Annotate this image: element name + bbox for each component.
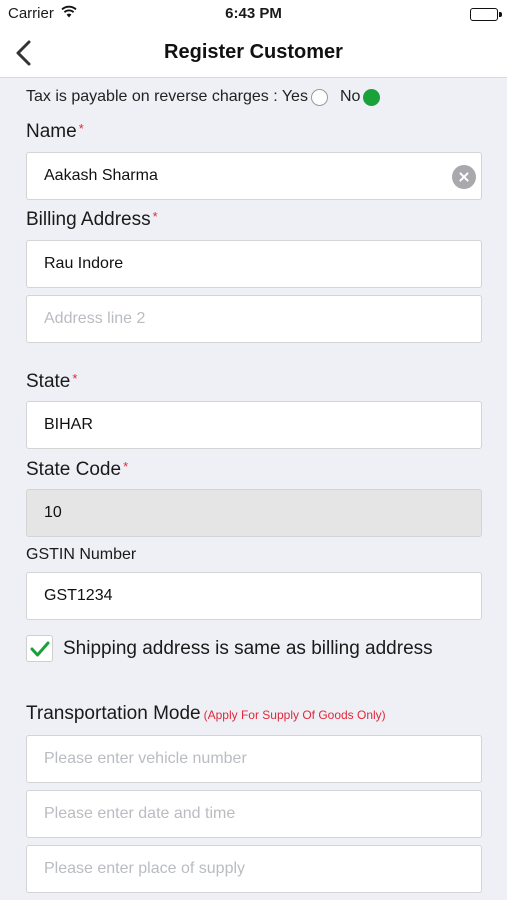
state-code-label-text: State Code	[26, 459, 122, 480]
address-line2-input[interactable]: Address line 2	[26, 295, 482, 343]
address-line1-value: Rau Indore	[44, 255, 124, 272]
gstin-label: GSTIN Number	[26, 546, 137, 563]
transportation-note: (Apply For Supply Of Goods Only)	[203, 708, 386, 722]
shipping-same-row: Shipping address is same as billing addr…	[26, 635, 433, 662]
reverse-charge-label: Tax is payable on reverse charges : Yes	[26, 88, 308, 105]
billing-address-label: Billing Address *	[26, 209, 158, 231]
register-form: Tax is payable on reverse charges : Yes …	[0, 79, 507, 900]
gstin-value: GST1234	[44, 587, 113, 604]
state-value: BIHAR	[44, 416, 93, 433]
date-time-input[interactable]: Please enter date and time	[26, 790, 482, 838]
state-code-value: 10	[44, 504, 62, 521]
vehicle-number-placeholder: Please enter vehicle number	[44, 750, 247, 767]
state-label: State *	[26, 371, 77, 393]
transportation-mode-label: Transportation Mode (Apply For Supply Of …	[26, 703, 386, 725]
status-bar: Carrier 6:43 PM	[0, 0, 507, 28]
required-mark: *	[152, 209, 158, 224]
battery-icon	[470, 8, 502, 21]
state-label-text: State	[26, 371, 71, 392]
state-code-label: State Code *	[26, 459, 128, 481]
radio-yes[interactable]	[310, 88, 328, 106]
state-code-field: 10	[26, 489, 482, 537]
gstin-input[interactable]: GST1234	[26, 572, 482, 620]
address-line2-placeholder: Address line 2	[44, 310, 146, 327]
required-mark: *	[72, 371, 78, 386]
page-title: Register Customer	[164, 41, 343, 63]
date-time-placeholder: Please enter date and time	[44, 805, 236, 822]
place-of-supply-input[interactable]: Please enter place of supply	[26, 845, 482, 893]
billing-address-label-text: Billing Address	[26, 209, 151, 230]
required-mark: *	[123, 459, 129, 474]
state-input[interactable]: BIHAR	[26, 401, 482, 449]
required-mark: *	[78, 121, 84, 136]
vehicle-number-input[interactable]: Please enter vehicle number	[26, 735, 482, 783]
name-label: Name *	[26, 121, 84, 143]
status-time: 6:43 PM	[225, 5, 282, 22]
radio-no[interactable]	[363, 88, 381, 106]
name-label-text: Name	[26, 121, 77, 142]
shipping-same-label: Shipping address is same as billing addr…	[63, 637, 433, 659]
radio-no-label: No	[339, 88, 361, 105]
reverse-charge-row: Tax is payable on reverse charges : Yes …	[26, 88, 381, 106]
shipping-same-checkbox[interactable]	[26, 635, 53, 662]
navigation-bar: Register Customer	[0, 28, 507, 78]
name-input[interactable]: Aakash Sharma	[26, 152, 482, 200]
address-line1-input[interactable]: Rau Indore	[26, 240, 482, 288]
checkmark-icon	[30, 641, 49, 656]
name-value: Aakash Sharma	[44, 167, 158, 184]
transportation-mode-title: Transportation Mode	[26, 703, 201, 724]
clear-icon[interactable]	[452, 165, 476, 189]
place-of-supply-placeholder: Please enter place of supply	[44, 860, 246, 877]
